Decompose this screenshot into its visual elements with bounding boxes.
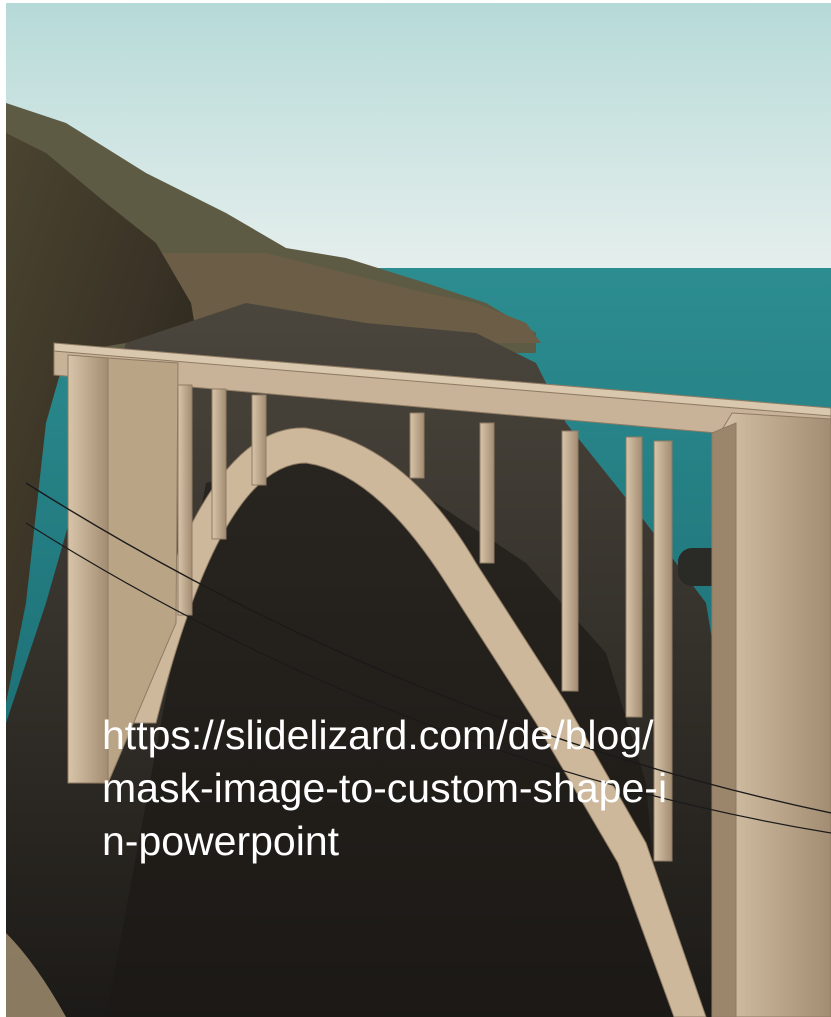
column bbox=[409, 412, 425, 479]
column bbox=[479, 422, 495, 564]
column bbox=[625, 436, 643, 718]
image-source-url: https://slidelizard.com/de/blog/mask-ima… bbox=[102, 712, 668, 864]
column bbox=[211, 388, 227, 540]
photo-frame: https://slidelizard.com/de/blog/mask-ima… bbox=[6, 3, 831, 1017]
right-pier-shadow bbox=[711, 422, 737, 1017]
column bbox=[177, 384, 193, 616]
column bbox=[251, 394, 267, 486]
column bbox=[561, 430, 579, 692]
